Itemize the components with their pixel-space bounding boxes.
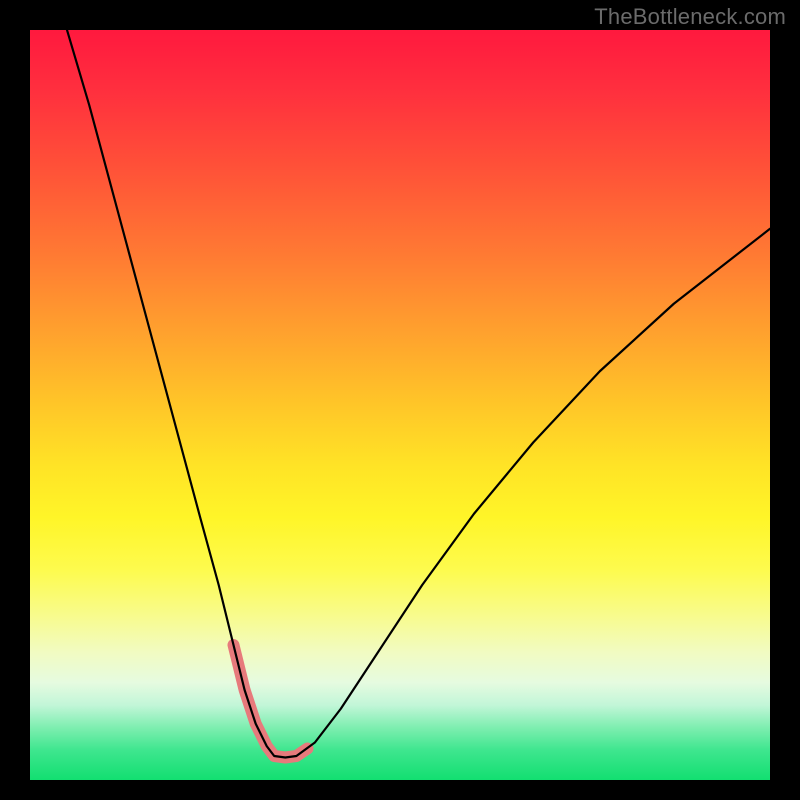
- outer-frame: TheBottleneck.com: [0, 0, 800, 800]
- plot-area: [30, 30, 770, 780]
- bottleneck-chart: [30, 30, 770, 780]
- main-curve: [67, 30, 770, 758]
- highlight-segment: [234, 645, 308, 758]
- watermark-label: TheBottleneck.com: [594, 4, 786, 30]
